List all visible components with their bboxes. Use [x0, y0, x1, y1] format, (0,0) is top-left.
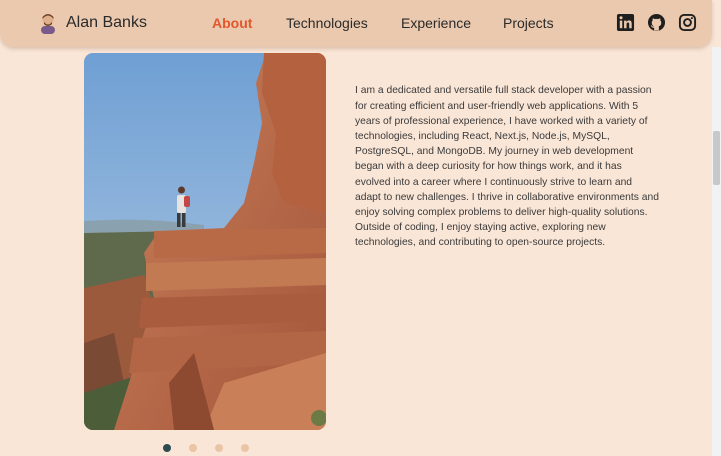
photo-illustration — [84, 53, 326, 430]
carousel-dot-4[interactable] — [241, 444, 249, 452]
github-icon[interactable] — [647, 13, 666, 32]
about-bio-text: I am a dedicated and versatile full stac… — [355, 85, 659, 249]
carousel-dot-2[interactable] — [189, 444, 197, 452]
carousel-pagination — [163, 444, 249, 452]
nav-experience[interactable]: Experience — [401, 15, 471, 31]
top-nav-bar: Alan Banks About Technologies Experience… — [0, 0, 712, 47]
scrollbar-thumb[interactable] — [713, 131, 720, 185]
carousel-dot-3[interactable] — [215, 444, 223, 452]
linkedin-icon[interactable] — [616, 13, 635, 32]
nav-about[interactable]: About — [212, 15, 252, 31]
hiker-on-cliff-photo — [84, 53, 326, 430]
instagram-icon[interactable] — [678, 13, 697, 32]
main-nav: About Technologies Experience Projects — [0, 15, 712, 35]
page-scrollbar[interactable] — [712, 47, 721, 456]
social-links — [616, 13, 697, 32]
nav-projects[interactable]: Projects — [503, 15, 554, 31]
carousel-dot-1[interactable] — [163, 444, 171, 452]
nav-technologies[interactable]: Technologies — [286, 15, 368, 31]
